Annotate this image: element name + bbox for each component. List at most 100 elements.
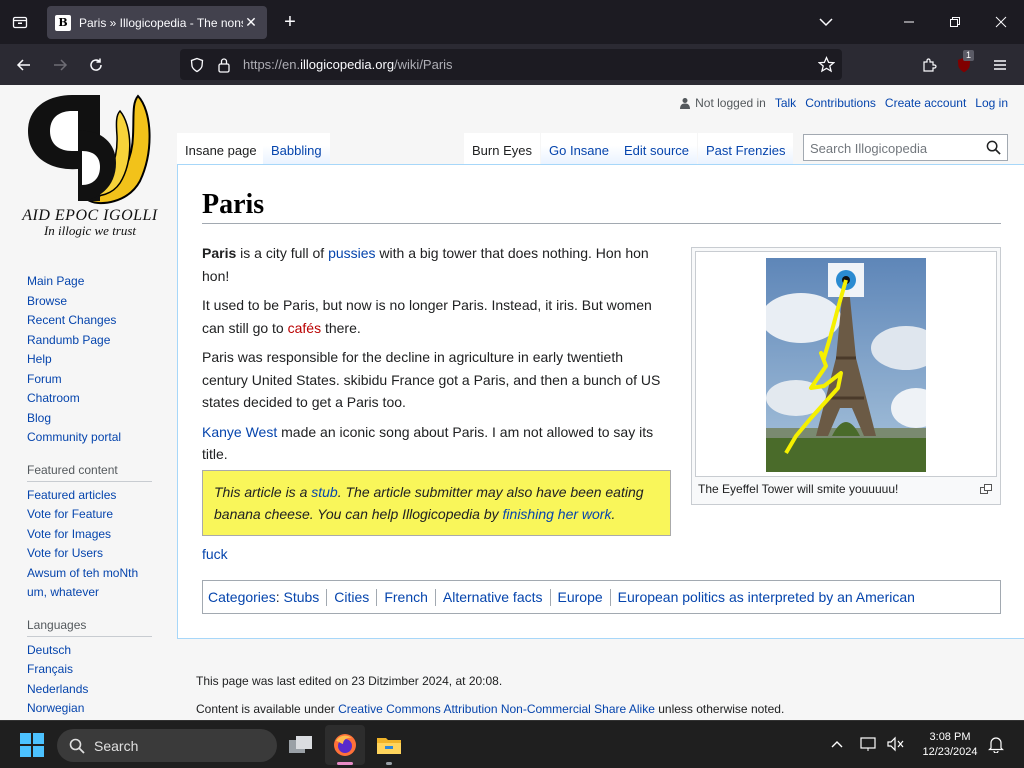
language-link-nederlands[interactable]: Nederlands (27, 680, 152, 700)
tab-burn-eyes[interactable]: Burn Eyes (464, 133, 540, 164)
sidebar-item-um-whatever[interactable]: um, whatever (27, 583, 152, 603)
windows-start-icon[interactable] (20, 733, 44, 760)
sidebar-item-community-portal[interactable]: Community portal (27, 428, 152, 448)
sidebar-item-help[interactable]: Help (27, 350, 152, 370)
create-account-link[interactable]: Create account (885, 96, 966, 110)
taskbar-search[interactable]: Search (57, 729, 277, 762)
link-cafes[interactable]: cafés (288, 320, 321, 336)
sidebar-item-awsum-of-teh-month[interactable]: Awsum of teh moNth (27, 564, 152, 584)
sidebar-item-vote-for-images[interactable]: Vote for Images (27, 525, 152, 545)
personal-tools: Not logged in Talk Contributions Create … (679, 96, 1008, 110)
image-caption: The Eyeffel Tower will smite youuuuu! (698, 482, 899, 496)
paragraph-4: Kanye West made an iconic song about Par… (202, 421, 672, 466)
sidebar-item-vote-for-users[interactable]: Vote for Users (27, 544, 152, 564)
firefox-taskbar-icon[interactable] (325, 725, 365, 765)
browser-navigation-bar: https://en.illogicopedia.org/wiki/Paris … (0, 44, 1024, 85)
new-tab-button[interactable]: + (279, 12, 301, 34)
link-stub[interactable]: stub (311, 484, 337, 500)
sidebar-item-randumb-page[interactable]: Randumb Page (27, 331, 152, 351)
sidebar-item-blog[interactable]: Blog (27, 409, 152, 429)
paragraph-2-text-a: It used to be Paris, but now is no longe… (202, 297, 652, 336)
user-icon (680, 98, 691, 109)
talk-link[interactable]: Talk (775, 96, 796, 110)
sidebar-item-forum[interactable]: Forum (27, 370, 152, 390)
category-french[interactable]: French (384, 589, 428, 605)
close-tab-icon[interactable]: ✕ (243, 14, 259, 31)
close-window-button[interactable] (978, 0, 1024, 44)
paragraph-1-bold: Paris (202, 245, 237, 261)
sidebar-item-featured-articles[interactable]: Featured articles (27, 486, 152, 506)
browser-tab-strip: B Paris » Illogicopedia - The nonsensica… (0, 0, 1024, 44)
link-kanye-west[interactable]: Kanye West (202, 424, 277, 440)
clock-date: 12/23/2024 (922, 746, 978, 758)
stub-text-c: . (611, 506, 616, 522)
category-stubs[interactable]: Stubs (283, 589, 319, 605)
system-clock[interactable]: 3:08 PM 12/23/2024 (918, 730, 982, 760)
tab-insane-page-label: Insane page (185, 143, 257, 158)
sidebar-item-browse[interactable]: Browse (27, 292, 152, 312)
category-european-politics[interactable]: European politics as interpreted by an A… (618, 589, 915, 605)
url-prefix: https://en. (243, 57, 301, 72)
file-explorer-icon[interactable] (369, 725, 409, 765)
task-view-icon[interactable] (281, 725, 321, 765)
tab-babbling-label: Babbling (271, 143, 322, 158)
paragraph-2: It used to be Paris, but now is no longe… (202, 294, 672, 339)
contributions-link[interactable]: Contributions (805, 96, 876, 110)
extensions-puzzle-icon[interactable] (916, 52, 942, 78)
language-link-deutsch[interactable]: Deutsch (27, 641, 152, 661)
chevron-up-icon[interactable] (830, 737, 844, 754)
license-link[interactable]: Creative Commons Attribution Non-Commerc… (338, 702, 655, 716)
log-in-link[interactable]: Log in (975, 96, 1008, 110)
link-extra[interactable]: fuck (202, 546, 228, 562)
tab-go-insane[interactable]: Go Insane (541, 133, 617, 164)
back-arrow-icon[interactable] (11, 52, 37, 78)
categories-label[interactable]: Categories (208, 589, 276, 605)
tab-title: Paris » Illogicopedia - The nonsensical … (79, 15, 243, 30)
tab-edit-source[interactable]: Edit source (616, 133, 698, 164)
eiffel-tower-image[interactable] (766, 258, 926, 472)
minimize-window-button[interactable] (886, 0, 932, 44)
page-title: Paris (202, 189, 1001, 224)
category-europe[interactable]: Europe (558, 589, 603, 605)
restore-window-button[interactable] (932, 0, 978, 44)
image-thumbnail: The Eyeffel Tower will smite youuuuu! (691, 247, 1001, 505)
volume-muted-icon[interactable] (886, 736, 904, 755)
notification-bell-icon[interactable] (988, 736, 1004, 756)
tracking-protection-shield-icon[interactable] (189, 57, 205, 76)
reload-icon[interactable] (83, 52, 109, 78)
clock-time: 3:08 PM (929, 731, 971, 743)
sidebar-item-chatroom[interactable]: Chatroom (27, 389, 152, 409)
search-placeholder: Search Illogicopedia (810, 141, 928, 156)
browser-tab-active[interactable]: B Paris » Illogicopedia - The nonsensica… (47, 6, 267, 39)
tab-list-icon[interactable] (0, 0, 40, 44)
tab-past-frenzies-label: Past Frenzies (706, 143, 786, 158)
extension-badge: 1 (963, 50, 975, 61)
language-link-francais[interactable]: Français (27, 660, 152, 680)
sidebar: Main Page Browse Recent Changes Randumb … (27, 272, 152, 719)
paragraph-3: Paris was responsible for the decline in… (202, 349, 661, 410)
lock-icon[interactable] (217, 57, 231, 76)
network-icon[interactable] (860, 736, 878, 755)
url-text[interactable]: https://en.illogicopedia.org/wiki/Paris (243, 57, 453, 72)
tab-babbling[interactable]: Babbling (263, 133, 330, 164)
tab-past-frenzies[interactable]: Past Frenzies (698, 133, 794, 164)
link-pussies[interactable]: pussies (328, 245, 375, 261)
bookmark-star-icon[interactable] (817, 56, 836, 76)
search-input[interactable]: Search Illogicopedia (803, 134, 1008, 161)
sidebar-item-vote-for-feature[interactable]: Vote for Feature (27, 505, 152, 525)
sidebar-item-main-page[interactable]: Main Page (27, 272, 152, 292)
hamburger-menu-icon[interactable] (987, 52, 1013, 78)
search-icon[interactable] (986, 140, 1001, 158)
address-bar[interactable]: https://en.illogicopedia.org/wiki/Paris (180, 49, 842, 80)
taskbar: Search 3:08 PM 12/23/2024 (0, 720, 1024, 768)
sidebar-item-recent-changes[interactable]: Recent Changes (27, 311, 152, 331)
link-finishing-her-work[interactable]: finishing her work (503, 506, 612, 522)
chevron-down-icon[interactable] (814, 10, 838, 34)
language-link-norwegian[interactable]: Norwegian (27, 699, 152, 719)
category-cities[interactable]: Cities (334, 589, 369, 605)
ublock-shield-icon[interactable]: 1 (951, 50, 977, 78)
forward-arrow-icon[interactable] (47, 52, 73, 78)
category-alternative-facts[interactable]: Alternative facts (443, 589, 543, 605)
tab-insane-page[interactable]: Insane page (177, 133, 265, 164)
magnify-icon[interactable] (980, 482, 992, 497)
